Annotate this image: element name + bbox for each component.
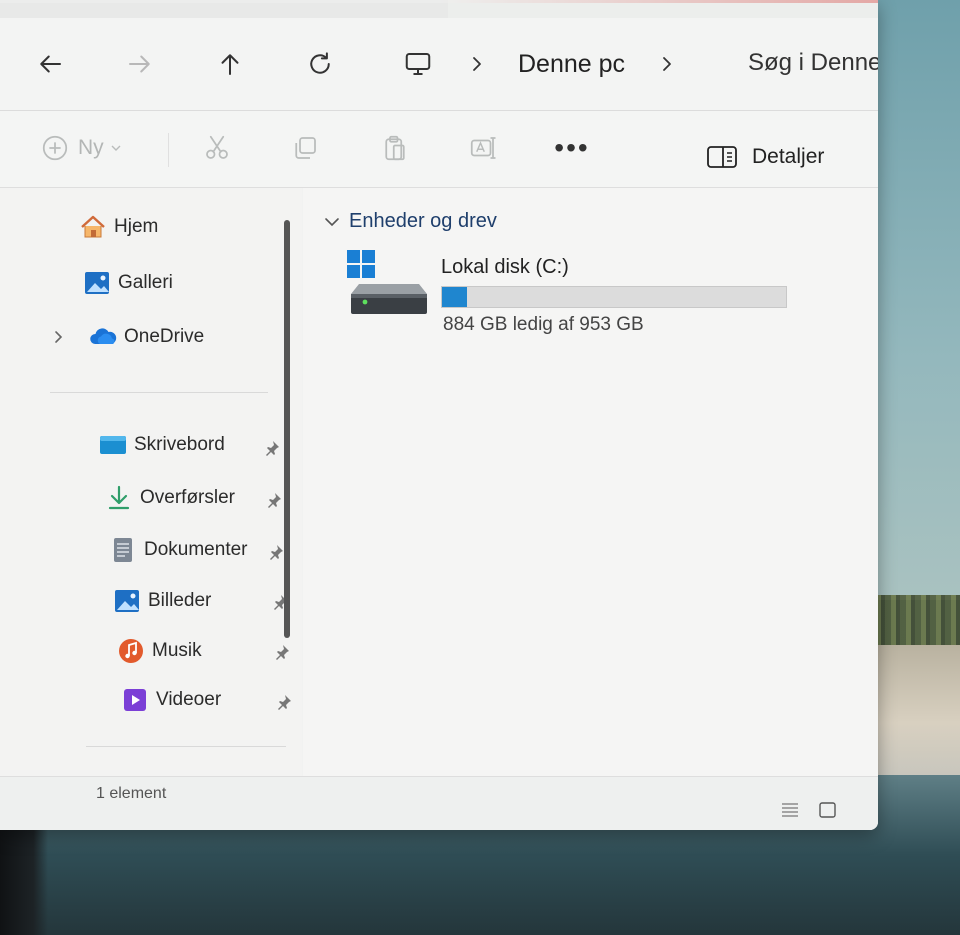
sidebar-item-downloads[interactable]: Overførsler	[104, 481, 235, 515]
pin-icon	[268, 493, 281, 508]
sidebar-item-onedrive[interactable]: OneDrive	[88, 320, 204, 354]
sidebar-item-documents[interactable]: Dokumenter	[108, 533, 248, 567]
search-box[interactable]: Søg i Denne pc	[748, 40, 878, 86]
title-strip	[0, 0, 878, 19]
sidebar-item-home[interactable]: Hjem	[78, 210, 158, 244]
arrow-up-icon	[221, 54, 239, 75]
sidebar-item-pictures[interactable]: Billeder	[112, 584, 211, 618]
drive-usage-bar	[441, 286, 787, 308]
desktop-folder-icon	[98, 430, 128, 460]
scissors-icon	[206, 135, 228, 159]
paste-button[interactable]	[380, 131, 410, 165]
arrow-left-icon	[40, 55, 61, 73]
pin-icon	[276, 645, 289, 660]
refresh-button[interactable]	[300, 46, 340, 82]
pin-icon	[266, 441, 279, 456]
drive-usage-fill	[442, 287, 467, 307]
back-button[interactable]	[30, 46, 70, 82]
item-count: 1 element	[96, 785, 167, 802]
rename-icon	[470, 137, 496, 159]
drive-item[interactable]: Lokal disk (C:) 884 GB ledig af 953 GB	[347, 250, 787, 340]
copy-button[interactable]	[290, 131, 320, 165]
home-icon	[78, 212, 108, 242]
chevron-right-icon	[473, 57, 481, 71]
file-explorer-window: Denne pc Søg i Denne pc Ny ••• Detaljer	[0, 0, 878, 830]
sidebar-item-desktop[interactable]: Skrivebord	[98, 428, 225, 462]
music-icon	[116, 636, 146, 666]
arrow-right-icon	[129, 55, 150, 73]
sidebar-item-music[interactable]: Musik	[116, 634, 202, 668]
breadcrumb-this-pc[interactable]: Denne pc	[518, 50, 625, 79]
pin-icon	[270, 545, 283, 560]
clipboard-icon	[385, 135, 405, 161]
pictures-icon	[112, 586, 142, 616]
content-pane: Enheder og drev Lokal disk (C:) 884 GB l…	[303, 188, 878, 776]
cut-button[interactable]	[202, 131, 232, 165]
chevron-down-icon	[111, 145, 121, 151]
details-button[interactable]: Detaljer	[706, 140, 824, 174]
details-button-label: Detaljer	[752, 145, 825, 168]
drive-name: Lokal disk (C:)	[441, 256, 569, 278]
onedrive-icon	[88, 322, 118, 352]
address-row: Denne pc Søg i Denne pc	[0, 18, 878, 111]
details-pane-icon	[707, 146, 737, 168]
new-button[interactable]: Ny	[40, 131, 122, 165]
forward-button[interactable]	[120, 46, 160, 82]
group-header[interactable]: Enheder og drev	[323, 210, 497, 233]
chevron-right-icon[interactable]	[658, 52, 676, 76]
rename-button[interactable]	[468, 131, 498, 165]
chevron-down-icon	[325, 217, 339, 226]
drive-free-space: 884 GB ledig af 953 GB	[443, 314, 644, 335]
up-button[interactable]	[210, 46, 250, 82]
tiles-view-icon[interactable]	[818, 801, 838, 819]
plus-circle-icon	[42, 135, 68, 161]
sidebar-scrollbar[interactable]	[284, 220, 290, 638]
group-title: Enheder og drev	[349, 210, 497, 232]
sidebar-item-videos[interactable]: Videoer	[120, 683, 221, 717]
refresh-icon	[310, 52, 330, 74]
downloads-icon	[104, 483, 134, 513]
videos-icon	[120, 685, 150, 715]
new-button-label: Ny	[78, 136, 104, 159]
this-pc-button[interactable]	[398, 46, 438, 82]
details-view-icon[interactable]	[780, 801, 800, 819]
sidebar-item-gallery[interactable]: Galleri	[82, 266, 173, 300]
pin-icon	[278, 695, 291, 710]
status-bar: 1 element	[0, 776, 878, 830]
expand-chevron-icon[interactable]	[52, 328, 66, 346]
copy-icon	[295, 137, 316, 159]
more-options-button[interactable]: •••	[554, 132, 590, 163]
gallery-icon	[82, 268, 112, 298]
documents-icon	[108, 535, 138, 565]
monitor-icon	[405, 53, 431, 75]
hard-drive-icon	[347, 250, 427, 314]
navigation-pane: Hjem Galleri OneDrive Skrivebord Overfør…	[0, 188, 302, 776]
